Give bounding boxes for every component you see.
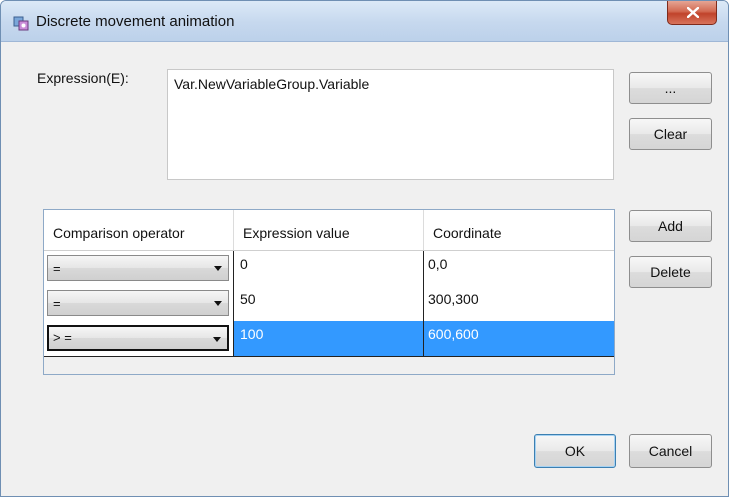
operator-cell: = (44, 251, 234, 286)
column-header-coordinate[interactable]: Coordinate (424, 210, 614, 250)
coordinate-cell[interactable]: 0,0 (424, 251, 614, 286)
ok-button[interactable]: OK (534, 434, 616, 468)
add-button[interactable]: Add (629, 210, 712, 242)
expression-input[interactable]: Var.NewVariableGroup.Variable (167, 69, 614, 180)
coordinate-cell[interactable]: 300,300 (424, 286, 614, 321)
table-row[interactable]: = 50 300,300 (44, 286, 614, 322)
close-button[interactable] (667, 1, 717, 25)
expression-value-cell[interactable]: 50 (234, 286, 424, 321)
expression-value-cell[interactable]: 0 (234, 251, 424, 286)
expression-label: Expression(E): (37, 70, 129, 86)
cancel-button[interactable]: Cancel (629, 434, 712, 468)
app-icon (13, 15, 29, 31)
dropdown-arrow-icon (214, 266, 222, 271)
clear-button[interactable]: Clear (629, 118, 712, 150)
dropdown-arrow-icon (213, 337, 221, 342)
operator-cell: = (44, 286, 234, 321)
window-title: Discrete movement animation (36, 13, 235, 30)
expression-value-cell[interactable]: 100 (234, 321, 424, 356)
column-header-value[interactable]: Expression value (234, 210, 424, 250)
operator-value: > = (53, 330, 72, 345)
delete-button[interactable]: Delete (629, 256, 712, 288)
operator-dropdown[interactable]: = (47, 290, 229, 316)
mapping-table: Comparison operator Expression value Coo… (43, 209, 615, 375)
table-row[interactable]: = 0 0,0 (44, 251, 614, 287)
dropdown-arrow-icon (214, 301, 222, 306)
browse-button[interactable]: ... (629, 72, 712, 104)
operator-dropdown[interactable]: > = (47, 325, 229, 351)
column-header-operator[interactable]: Comparison operator (44, 210, 234, 250)
expression-value: Var.NewVariableGroup.Variable (174, 76, 370, 92)
close-icon (687, 7, 699, 18)
table-header: Comparison operator Expression value Coo… (44, 210, 614, 251)
operator-cell: > = (44, 321, 234, 356)
operator-dropdown[interactable]: = (47, 255, 229, 281)
operator-value: = (53, 261, 61, 276)
coordinate-cell[interactable]: 600,600 (424, 321, 614, 356)
title-bar[interactable]: Discrete movement animation (1, 1, 728, 42)
operator-value: = (53, 296, 61, 311)
table-row-selected[interactable]: > = 100 600,600 (44, 321, 614, 357)
